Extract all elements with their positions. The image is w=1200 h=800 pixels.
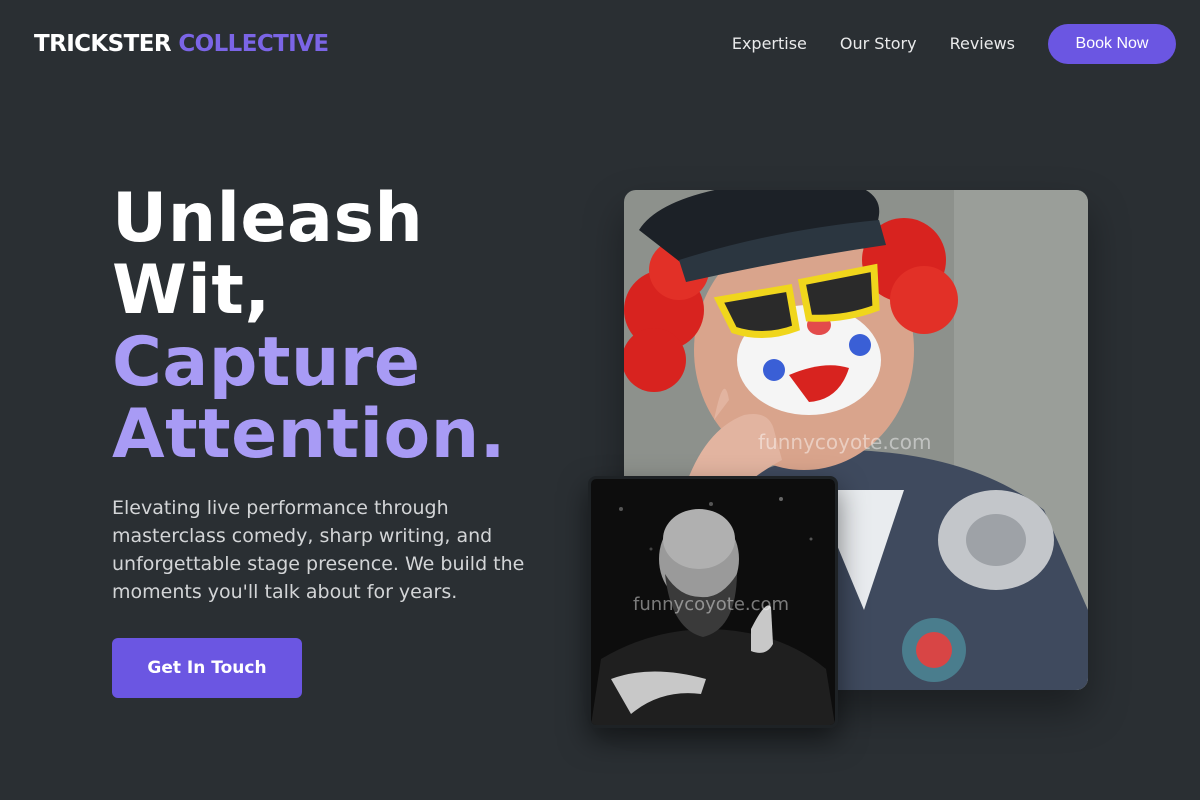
- hero-description: Elevating live performance through maste…: [112, 497, 525, 603]
- comedian-portrait-illustration: [591, 479, 835, 725]
- main-nav: Expertise Our Story Reviews Book Now: [732, 24, 1176, 64]
- comedian-portrait-photo: funnycoyote.com: [588, 476, 838, 728]
- brand-name-accent: COLLECTIVE: [178, 31, 329, 57]
- nav-link-our-story[interactable]: Our Story: [840, 24, 917, 64]
- book-now-button[interactable]: Book Now: [1048, 24, 1176, 64]
- headline-accent-line-2: Attention.: [112, 395, 506, 474]
- headline-accent-line-1: Capture: [112, 323, 421, 402]
- get-in-touch-button[interactable]: Get In Touch: [112, 638, 302, 698]
- brand-logo[interactable]: TRICKSTER COLLECTIVE: [34, 30, 329, 58]
- brand-name-primary: TRICKSTER: [34, 31, 172, 57]
- nav-link-expertise[interactable]: Expertise: [732, 24, 807, 64]
- nav-link-reviews[interactable]: Reviews: [950, 24, 1015, 64]
- hero-headline: Unleash Wit, Capture Attention.: [112, 183, 506, 471]
- headline-line-2: Wit,: [112, 251, 271, 330]
- headline-line-1: Unleash: [112, 179, 424, 258]
- landing-page: TRICKSTER COLLECTIVE Expertise Our Story…: [0, 0, 1200, 800]
